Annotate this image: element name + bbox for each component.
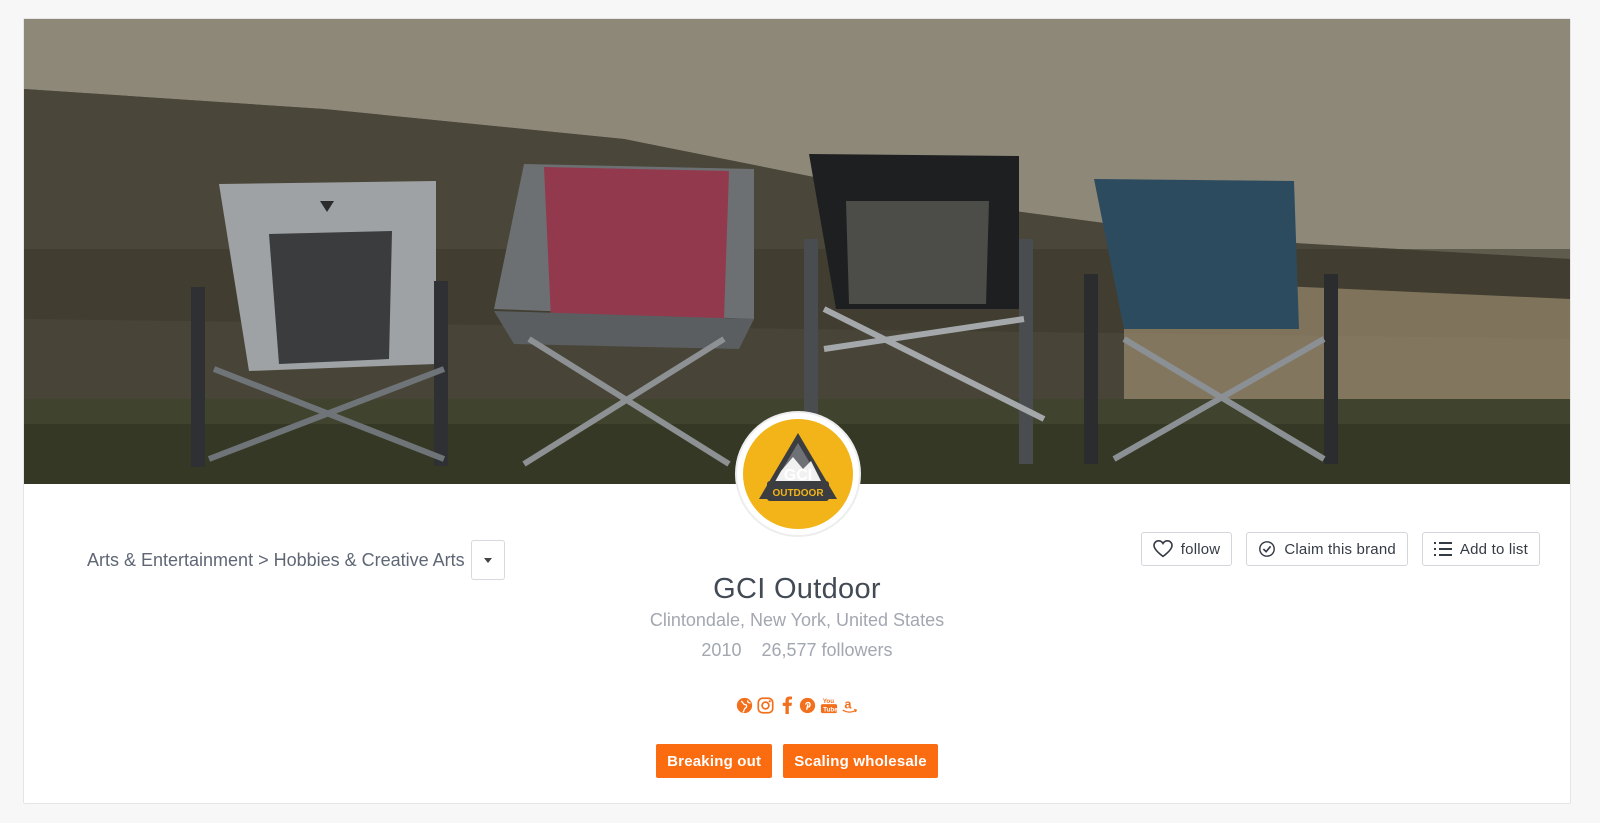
brand-actions: follow Claim this brand Add to list	[1140, 532, 1540, 566]
check-badge-icon	[1259, 541, 1276, 557]
svg-text:GCI: GCI	[784, 467, 812, 484]
social-links: You Tube a	[24, 695, 1570, 715]
add-to-list-label: Add to list	[1459, 540, 1528, 558]
add-to-list-button[interactable]: Add to list	[1421, 532, 1540, 566]
brand-name: GCI Outdoor	[713, 573, 881, 605]
caret-down-icon	[483, 557, 492, 563]
claim-brand-button[interactable]: Claim this brand	[1246, 532, 1408, 566]
follower-count: 26,577 followers	[761, 640, 893, 660]
claim-label: Claim this brand	[1284, 540, 1396, 558]
amazon-icon[interactable]: a	[841, 695, 859, 715]
brand-logo: GCI OUTDOOR	[735, 411, 861, 537]
tag-breaking-out[interactable]: Breaking out	[656, 744, 773, 778]
svg-text:a: a	[844, 696, 852, 711]
founded-year: 2010	[701, 640, 742, 660]
pinterest-icon[interactable]	[799, 695, 817, 715]
breadcrumb-category[interactable]: Arts & Entertainment > Hobbies & Creativ…	[87, 550, 465, 571]
list-icon	[1433, 542, 1452, 556]
brand-tags: Breaking out Scaling wholesale	[24, 744, 1570, 778]
brand-location: Clintondale, New York, United States	[649, 610, 945, 630]
follow-button[interactable]: follow	[1140, 532, 1233, 566]
heart-icon	[1152, 540, 1173, 558]
instagram-icon[interactable]	[757, 695, 775, 715]
svg-text:OUTDOOR: OUTDOOR	[772, 488, 824, 499]
brand-profile-card: GCI OUTDOOR Arts & Entertainment > Hobbi…	[23, 18, 1571, 804]
brand-meta: 2010 26,577 followers	[24, 640, 1570, 661]
tag-scaling-wholesale[interactable]: Scaling wholesale	[783, 744, 938, 778]
globe-icon[interactable]	[736, 695, 754, 715]
follow-label: follow	[1180, 540, 1221, 558]
youtube-icon[interactable]: You Tube	[820, 695, 838, 715]
gci-outdoor-logo: GCI OUTDOOR	[743, 419, 853, 529]
svg-text:Tube: Tube	[823, 706, 838, 713]
facebook-icon[interactable]	[778, 695, 796, 715]
